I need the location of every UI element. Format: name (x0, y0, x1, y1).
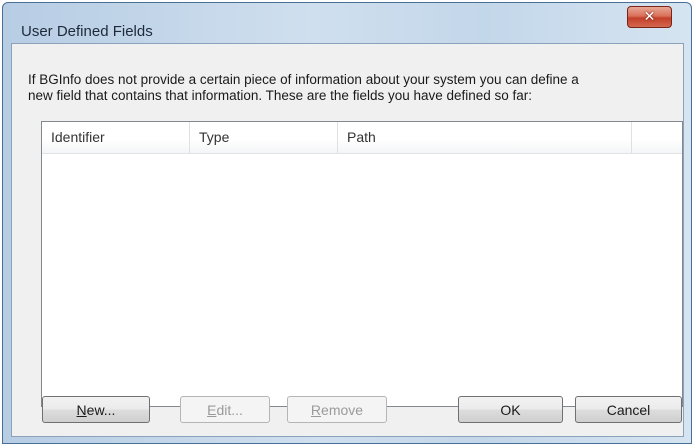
description-line-2: new field that contains that information… (28, 88, 533, 103)
cancel-button[interactable]: Cancel (575, 396, 682, 423)
edit-button-label: dit... (216, 401, 243, 418)
ok-button[interactable]: OK (458, 396, 563, 423)
dialog-client-area: If BGInfo does not provide a certain pie… (11, 43, 684, 437)
remove-button[interactable]: Remove (287, 396, 387, 423)
column-header-filler (632, 122, 682, 153)
remove-button-accelerator: R (310, 401, 322, 418)
edit-button-accelerator: E (207, 401, 217, 418)
column-header-path[interactable]: Path (338, 122, 632, 153)
user-fields-list[interactable]: Identifier Type Path (41, 121, 683, 407)
description-line-1: If BGInfo does not provide a certain pie… (28, 72, 579, 87)
new-button-accelerator: N (76, 401, 87, 418)
list-header: Identifier Type Path (42, 122, 682, 154)
window-title: User Defined Fields (21, 23, 153, 40)
close-icon: ✕ (643, 9, 656, 25)
edit-button[interactable]: Edit... (180, 396, 270, 423)
new-button-label: ew... (86, 401, 116, 418)
title-bar[interactable]: User Defined Fields ✕ (3, 3, 691, 43)
new-button[interactable]: New... (42, 396, 150, 423)
dialog-window: User Defined Fields ✕ If BGInfo does not… (2, 2, 692, 444)
list-body[interactable] (42, 154, 682, 406)
remove-button-label: emove (321, 401, 364, 418)
description-text: If BGInfo does not provide a certain pie… (28, 72, 678, 104)
close-button[interactable]: ✕ (627, 6, 672, 28)
column-header-identifier[interactable]: Identifier (42, 122, 190, 153)
column-header-type[interactable]: Type (190, 122, 338, 153)
